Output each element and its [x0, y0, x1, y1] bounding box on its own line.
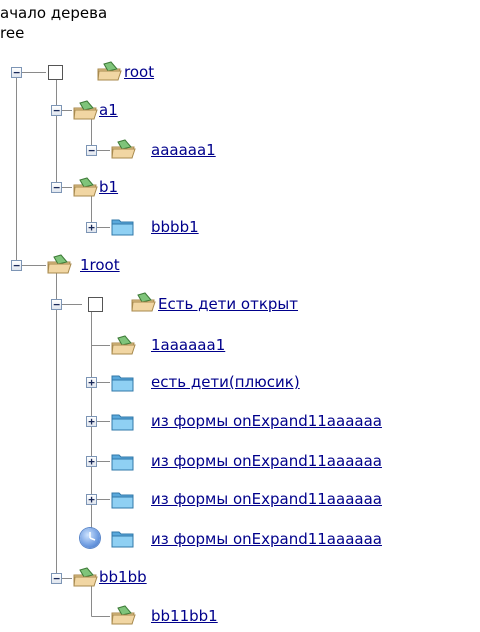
closed-folder-icon	[110, 527, 136, 549]
tree-node-link[interactable]: bbbb1	[151, 218, 199, 236]
closed-folder-icon	[110, 371, 136, 393]
open-folder-icon	[130, 291, 156, 313]
tree-node-link[interactable]: bb1bb	[99, 568, 147, 586]
open-folder-icon	[96, 60, 122, 82]
closed-folder-icon	[110, 450, 136, 472]
open-folder-icon	[72, 566, 98, 588]
open-folder-icon	[110, 334, 136, 356]
loading-clock-icon	[80, 528, 100, 548]
closed-folder-icon	[110, 410, 136, 432]
open-folder-icon	[110, 604, 136, 626]
collapse-toggle[interactable]: −	[51, 573, 62, 584]
collapse-toggle[interactable]: −	[11, 67, 22, 78]
tree-node-link[interactable]: 1root	[80, 256, 120, 274]
expand-toggle[interactable]: +	[86, 416, 97, 427]
tree-node-link[interactable]: из формы onExpand11aaaaaa	[151, 452, 382, 470]
tree-node-link[interactable]: bb11bb1	[151, 607, 218, 625]
expand-toggle[interactable]: +	[86, 377, 97, 388]
tree-node-link[interactable]: Есть дети открыт	[158, 295, 298, 313]
open-folder-icon	[110, 138, 136, 160]
expand-toggle[interactable]: +	[86, 494, 97, 505]
open-folder-icon	[72, 176, 98, 198]
collapse-toggle[interactable]: −	[51, 105, 62, 116]
tree-node-link[interactable]: есть дети(плюсик)	[151, 373, 300, 391]
tree-node-link[interactable]: b1	[99, 178, 118, 196]
collapse-toggle[interactable]: −	[86, 145, 97, 156]
collapse-toggle[interactable]: −	[11, 260, 22, 271]
tree-node-link[interactable]: 1aaaaaa1	[151, 336, 225, 354]
tree-node-link[interactable]: из формы onExpand11aaaaaa	[151, 530, 382, 548]
closed-folder-icon	[110, 215, 136, 237]
tree-node-link[interactable]: a1	[99, 101, 118, 119]
tree-node-link[interactable]: aaaaaa1	[151, 141, 216, 159]
tree-node-link[interactable]: из формы onExpand11aaaaaa	[151, 490, 382, 508]
tree-node-link[interactable]: root	[124, 63, 154, 81]
expand-toggle[interactable]: +	[86, 222, 97, 233]
closed-folder-icon	[110, 488, 136, 510]
expand-toggle[interactable]: +	[86, 456, 97, 467]
node-checkbox[interactable]	[48, 65, 63, 80]
collapse-toggle[interactable]: −	[51, 299, 62, 310]
node-checkbox[interactable]	[88, 297, 103, 312]
open-folder-icon	[72, 99, 98, 121]
tree-node-link[interactable]: из формы onExpand11aaaaaa	[151, 412, 382, 430]
open-folder-icon	[46, 253, 72, 275]
collapse-toggle[interactable]: −	[51, 182, 62, 193]
